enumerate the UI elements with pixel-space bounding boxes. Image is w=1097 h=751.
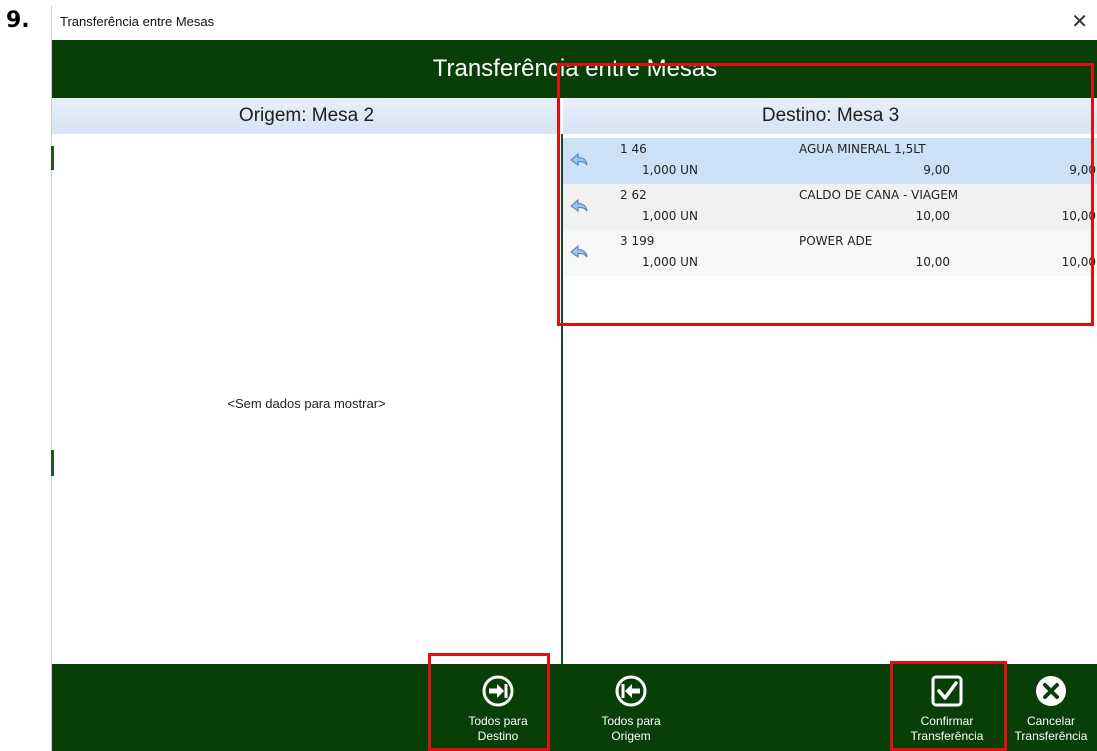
- origin-list: <Sem dados para mostrar>: [51, 134, 561, 664]
- item-unit-price: 10,00: [915, 209, 950, 223]
- origin-empty-text: <Sem dados para mostrar>: [227, 396, 386, 411]
- return-arrow-icon[interactable]: [569, 197, 589, 215]
- label-line: Transferência: [910, 729, 984, 743]
- destination-list: 1 46 AGUA MINERAL 1,5LT 1,000 UN 9,00 9,00 2 …: [563, 134, 1097, 664]
- dialog-title: Transferência entre Mesas: [432, 55, 718, 82]
- item-total: 9,00: [1069, 163, 1096, 177]
- label-line: Todos para: [468, 714, 528, 728]
- arrow-right-circle-icon: [482, 675, 514, 707]
- step-number: 9.: [6, 8, 30, 33]
- label-line: Todos para: [601, 714, 661, 728]
- return-arrow-icon[interactable]: [569, 151, 589, 169]
- window-titlebar: Transferência entre Mesas ✕: [52, 6, 1097, 40]
- item-number: 2 62: [620, 188, 647, 202]
- arrow-left-circle-icon: [615, 675, 647, 707]
- item-unit-price: 10,00: [915, 255, 950, 269]
- confirm-transfer-label: Confirmar Transferência: [911, 714, 984, 744]
- x-circle-icon: [1036, 676, 1066, 706]
- confirm-transfer-button[interactable]: Confirmar Transferência: [892, 664, 1002, 751]
- action-bar: Todos para Destino Todos para Origem Con…: [52, 664, 1097, 751]
- checkbox-icon: [931, 675, 963, 707]
- label-line: Confirmar: [920, 714, 974, 728]
- origin-scroll-mark: [51, 146, 54, 170]
- window-title: Transferência entre Mesas: [60, 14, 215, 29]
- all-to-origin-label: Todos para Origem: [601, 714, 660, 744]
- item-description: AGUA MINERAL 1,5LT: [799, 142, 926, 156]
- transfer-dialog: Transferência entre Mesas ✕ Transferênci…: [51, 6, 1097, 751]
- cancel-transfer-button[interactable]: Cancelar Transferência: [1006, 664, 1096, 751]
- item-quantity: 1,000 UN: [642, 255, 698, 269]
- item-quantity: 1,000 UN: [642, 209, 698, 223]
- destination-item-row[interactable]: 2 62 CALDO DE CANA - VIAGEM 1,000 UN 10,00 1…: [563, 184, 1097, 230]
- item-total: 10,00: [1061, 255, 1096, 269]
- label-line: Transferência: [1014, 729, 1088, 743]
- item-description: CALDO DE CANA - VIAGEM: [799, 188, 959, 202]
- return-arrow-icon[interactable]: [569, 243, 589, 261]
- all-to-destination-button[interactable]: Todos para Destino: [443, 664, 553, 751]
- close-icon[interactable]: ✕: [1071, 9, 1088, 33]
- all-to-origin-button[interactable]: Todos para Origem: [576, 664, 686, 751]
- item-number: 3 199: [620, 234, 655, 248]
- cancel-transfer-label: Cancelar Transferência: [1015, 714, 1088, 744]
- item-quantity: 1,000 UN: [642, 163, 698, 177]
- item-total: 10,00: [1061, 209, 1096, 223]
- all-to-destination-label: Todos para Destino: [468, 714, 527, 744]
- dialog-header: Transferência entre Mesas: [52, 40, 1097, 98]
- label-line: Origem: [611, 729, 651, 743]
- label-line: Destino: [477, 729, 519, 743]
- item-unit-price: 9,00: [923, 163, 950, 177]
- item-number: 1 46: [620, 142, 647, 156]
- label-line: Cancelar: [1026, 714, 1075, 728]
- destination-panel-header: Destino: Mesa 3: [563, 98, 1097, 135]
- origin-scroll-mark: [51, 450, 54, 476]
- item-description: POWER ADE: [799, 234, 873, 248]
- destination-item-row[interactable]: 3 199 POWER ADE 1,000 UN 10,00 10,00: [563, 230, 1097, 276]
- destination-item-row[interactable]: 1 46 AGUA MINERAL 1,5LT 1,000 UN 9,00 9,00: [563, 138, 1097, 185]
- origin-panel-header: Origem: Mesa 2: [52, 98, 561, 135]
